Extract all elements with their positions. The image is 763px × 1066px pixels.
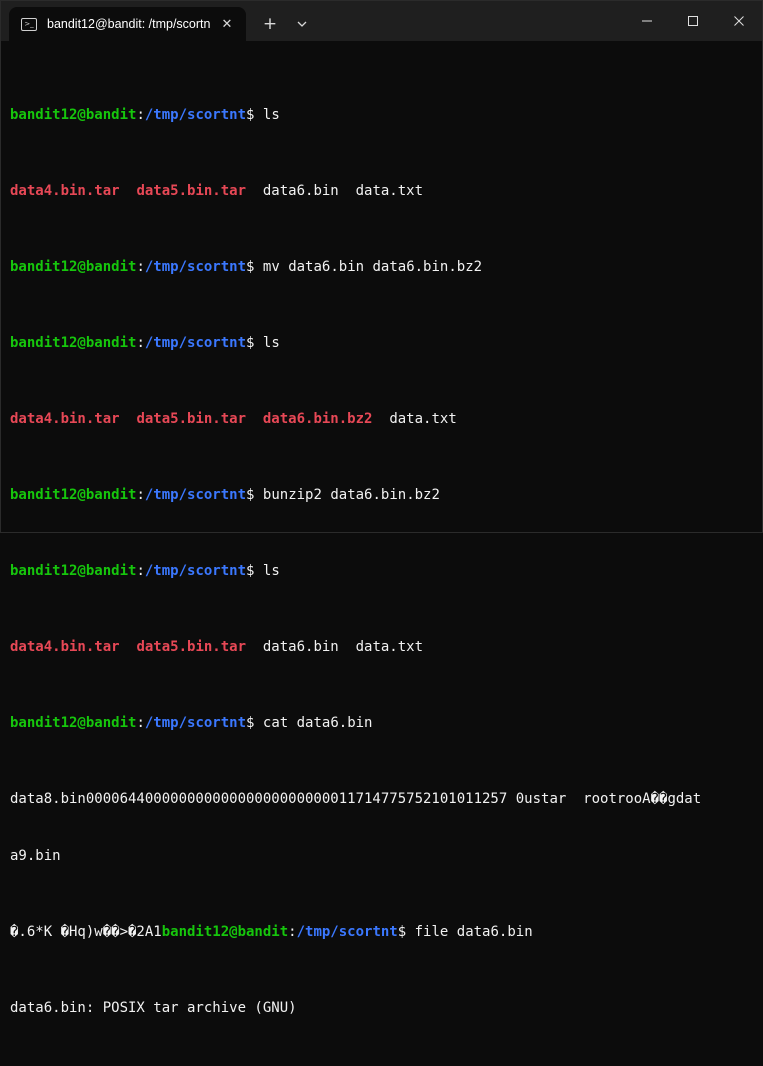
new-tab-button[interactable]: +	[259, 13, 281, 35]
prompt-line: bandit12@bandit:/tmp/scortnt$ bunzip2 da…	[10, 487, 440, 503]
close-window-button[interactable]	[716, 1, 762, 41]
prompt-line: �.6*K �Hq)w��>�2A1bandit12@bandit:/tmp/s…	[10, 924, 533, 940]
tab-title: bandit12@bandit: /tmp/scortn	[47, 17, 211, 31]
terminal-tab[interactable]: >_ bandit12@bandit: /tmp/scortn ✕	[9, 7, 246, 41]
terminal-window: >_ bandit12@bandit: /tmp/scortn ✕ + band…	[0, 0, 763, 1016]
minimize-button[interactable]	[624, 1, 670, 41]
prompt-line: bandit12@bandit:/tmp/scortnt$ ls	[10, 563, 280, 579]
terminal-output[interactable]: bandit12@bandit:/tmp/scortnt$ ls data4.b…	[10, 49, 755, 1016]
terminal-icon: >_	[21, 17, 37, 31]
prompt-line: bandit12@bandit:/tmp/scortnt$ cat data6.…	[10, 715, 373, 731]
close-tab-button[interactable]: ✕	[218, 15, 236, 33]
chevron-down-icon[interactable]	[291, 13, 313, 35]
output-line: data6.bin: POSIX tar archive (GNU)	[10, 1000, 297, 1016]
prompt-line: bandit12@bandit:/tmp/scortnt$ mv data6.b…	[10, 259, 483, 275]
prompt-line: bandit12@bandit:/tmp/scortnt$ ls	[10, 107, 280, 123]
output-line: data4.bin.tar data5.bin.tar data6.bin da…	[10, 639, 424, 655]
maximize-button[interactable]	[670, 1, 716, 41]
title-bar: >_ bandit12@bandit: /tmp/scortn ✕ +	[1, 1, 762, 41]
output-line: data8.bin0000644000000000000000000000001…	[10, 791, 702, 807]
output-line: data4.bin.tar data5.bin.tar data6.bin da…	[10, 183, 424, 199]
prompt-line: bandit12@bandit:/tmp/scortnt$ ls	[10, 335, 280, 351]
output-line: data4.bin.tar data5.bin.tar data6.bin.bz…	[10, 411, 457, 427]
output-line: a9.bin	[10, 848, 61, 864]
